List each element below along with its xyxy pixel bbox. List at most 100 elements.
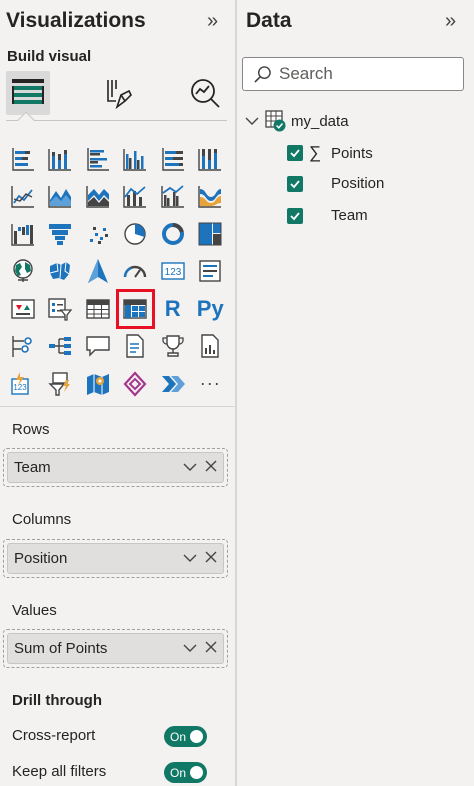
line-and-stacked-column-chart-icon[interactable] [117,178,155,216]
arcgis-maps-icon[interactable] [79,365,117,403]
table-icon[interactable] [79,290,117,328]
100-stacked-column-chart-icon[interactable] [192,140,230,178]
treemap-icon[interactable] [192,215,230,253]
key-influencers-icon[interactable] [4,328,42,366]
line-and-clustered-column-chart-icon[interactable] [154,178,192,216]
chevron-down-icon[interactable] [183,460,197,474]
card-icon-label: 123 [164,267,181,278]
chevron-down-icon[interactable] [183,641,197,655]
columns-field[interactable]: Position [7,543,224,574]
remove-field-icon[interactable] [204,459,218,473]
gauge-icon[interactable] [117,253,155,291]
clustered-bar-chart-icon[interactable] [79,140,117,178]
clustered-column-chart-icon[interactable] [117,140,155,178]
stacked-column-chart-icon[interactable] [42,140,80,178]
stacked-area-chart-icon[interactable] [79,178,117,216]
field-checkbox[interactable] [287,207,303,224]
checkmark-icon [290,179,300,188]
donut-chart-icon[interactable] [154,215,192,253]
rows-field[interactable]: Team [7,452,224,483]
rows-label: Rows [12,421,50,438]
qa-visual-icon[interactable] [79,328,117,366]
r-script-label: R [164,295,181,321]
area-chart-icon[interactable] [42,178,80,216]
decomposition-tree-icon[interactable] [42,328,80,366]
visualizations-pane: Visualizations » Build visual 123 R Py 1… [0,0,236,786]
collapse-visualizations-icon[interactable]: » [207,10,218,33]
tab-underline [6,120,227,121]
r-script-visual-icon[interactable]: R [154,290,192,328]
checkmark-icon [290,149,300,158]
columns-label: Columns [12,511,72,528]
power-apps-icon[interactable]: 123 [4,365,42,403]
rows-well[interactable]: Team [3,448,228,487]
values-field[interactable]: Sum of Points [7,633,224,664]
keep-all-filters-toggle[interactable]: On [164,762,207,783]
azure-maps-visual-icon[interactable] [117,365,155,403]
metrics-visual-icon[interactable] [154,328,192,366]
chevron-down-icon[interactable] [245,114,259,128]
power-automate-icon[interactable] [42,365,80,403]
values-field-label: Sum of Points [14,640,108,657]
pie-chart-icon[interactable] [117,215,155,253]
multi-row-card-icon[interactable] [192,253,230,291]
analytics-tab[interactable] [183,71,227,115]
chevron-down-icon[interactable] [183,551,197,565]
keep-all-filters-toggle-state: On [170,765,187,780]
card-icon[interactable]: 123 [154,253,192,291]
format-visual-tab[interactable] [96,71,140,115]
analytics-icon [191,79,220,108]
field-name: Points [331,144,373,162]
values-well[interactable]: Sum of Points [3,629,228,668]
python-visual-icon[interactable]: Py [192,290,230,328]
table-name: my_data [291,112,349,130]
field-name: Position [331,175,385,192]
field-checkbox[interactable] [287,175,303,192]
matrix-icon[interactable] [115,289,155,329]
smart-narrative-icon[interactable] [117,328,155,366]
search-box[interactable] [242,57,464,91]
search-input[interactable] [279,64,459,84]
field-position[interactable]: Position [287,175,384,192]
cross-report-toggle[interactable]: On [164,726,207,747]
stacked-bar-chart-icon[interactable] [4,140,42,178]
cross-report-toggle-state: On [170,729,187,744]
paginated-report-icon[interactable] [192,328,230,366]
field-team[interactable]: Team [287,207,368,224]
remove-field-icon[interactable] [204,640,218,654]
columns-well[interactable]: Position [3,539,228,578]
format-visual-icon [107,80,132,109]
power-automate-flow-icon[interactable] [154,365,192,403]
filled-map-icon[interactable] [42,253,80,291]
map-icon[interactable] [4,253,42,291]
line-chart-icon[interactable] [4,178,42,216]
more-visuals-icon[interactable]: ··· [192,365,230,403]
scatter-chart-icon[interactable] [79,215,117,253]
toggle-knob [190,766,203,779]
100-stacked-bar-chart-icon[interactable] [154,140,192,178]
ribbon-chart-icon[interactable] [192,178,230,216]
checked-badge-icon [273,119,286,132]
field-points[interactable]: ∑ Points [287,143,373,163]
power-apps-icon-label: 123 [13,383,27,392]
field-checkbox[interactable] [287,145,303,161]
remove-field-icon[interactable] [204,550,218,564]
columns-field-label: Position [14,550,68,567]
azure-map-icon[interactable] [79,253,117,291]
table-node-my-data[interactable]: my_data [245,110,349,132]
build-visual-tab[interactable] [6,71,50,115]
collapse-data-icon[interactable]: » [445,10,456,33]
visualizations-title: Visualizations [6,9,146,32]
field-name: Team [331,207,368,224]
rows-field-label: Team [14,459,51,476]
waterfall-chart-icon[interactable] [4,215,42,253]
kpi-icon[interactable] [4,290,42,328]
more-visuals-label: ··· [199,373,221,394]
keep-all-filters-label: Keep all filters [12,763,107,780]
funnel-chart-icon[interactable] [42,215,80,253]
toggle-knob [190,730,203,743]
python-label: Py [196,295,224,321]
checkmark-icon [290,211,300,220]
slicer-icon[interactable] [42,290,80,328]
table-icon [265,110,287,132]
